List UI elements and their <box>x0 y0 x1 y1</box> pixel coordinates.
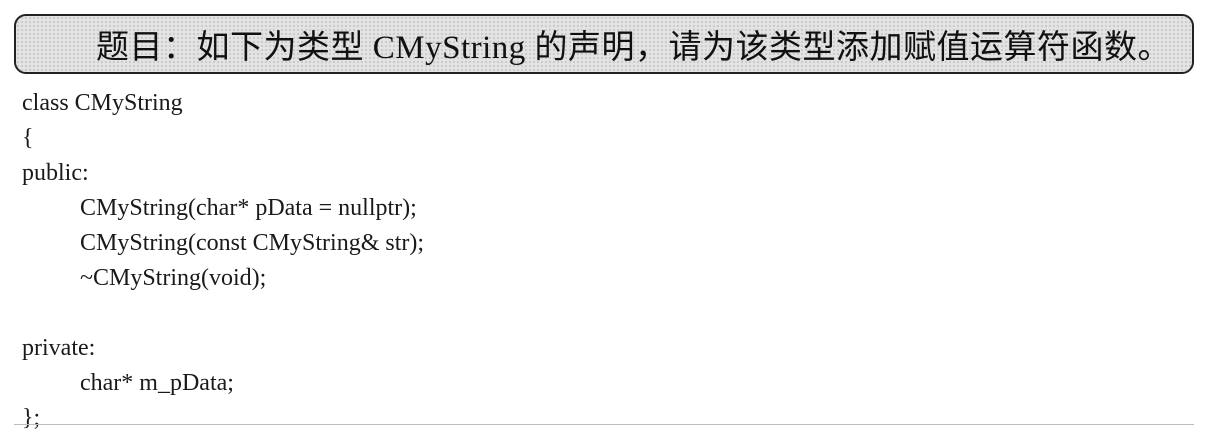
code-line-private: private: <box>22 335 96 361</box>
question-title: 题目：如下为类型 CMyString 的声明，请为该类型添加赋值运算符函数。 <box>96 30 1172 66</box>
code-line-copy-constructor: CMyString(const CMyString& str); <box>80 230 425 256</box>
code-line-close-brace: }; <box>22 405 41 431</box>
code-line-member: char* m_pData; <box>80 370 234 396</box>
code-line-destructor: ~CMyString(void); <box>80 265 267 291</box>
bottom-divider <box>14 424 1194 425</box>
code-line-constructor: CMyString(char* pData = nullptr); <box>80 195 417 221</box>
code-listing: class CMyString { public: CMyString(char… <box>22 86 1192 436</box>
code-line-open-brace: { <box>22 125 34 151</box>
code-line-class-decl: class CMyString <box>22 90 183 116</box>
code-line-public: public: <box>22 160 89 186</box>
question-title-box: 题目：如下为类型 CMyString 的声明，请为该类型添加赋值运算符函数。 <box>14 14 1194 74</box>
